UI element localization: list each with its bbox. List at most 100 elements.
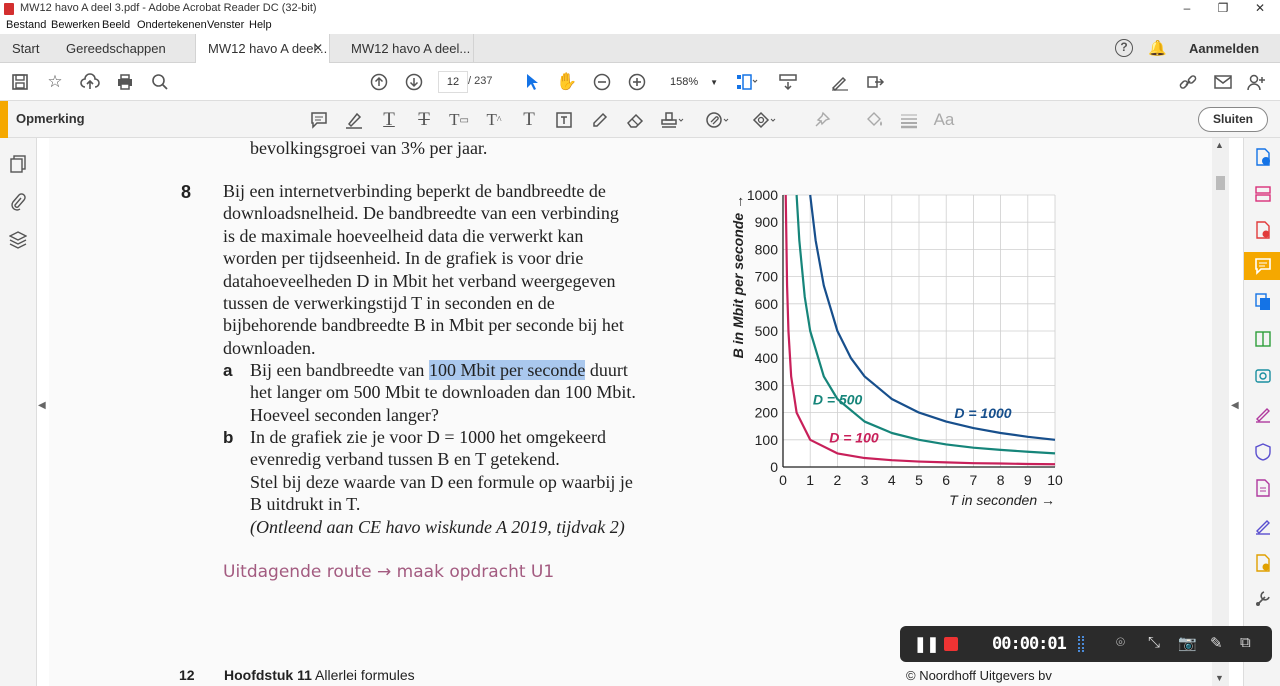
link-share-icon[interactable] <box>1176 70 1200 94</box>
search-zoom-icon[interactable] <box>148 70 172 94</box>
camera-snapshot-icon[interactable]: 📷 <box>1178 634 1197 652</box>
close-window-button[interactable]: ✕ <box>1242 0 1278 18</box>
tab-document-2[interactable]: MW12 havo A deel... <box>339 34 474 63</box>
capture-region-icon[interactable]: ⌾ <box>1116 634 1125 651</box>
maximize-button[interactable]: ❐ <box>1205 0 1241 18</box>
save-icon[interactable] <box>8 70 32 94</box>
zoom-level-select[interactable]: 158% ▼ <box>660 71 720 93</box>
add-user-icon[interactable] <box>1244 70 1268 94</box>
intro-line: is de maximale hoeveelheid data die verw… <box>223 225 584 246</box>
challenge-route-link[interactable]: Uitdagende route → maak opdracht U1 <box>223 562 554 582</box>
stamp-icon[interactable] <box>660 108 684 132</box>
close-comment-button[interactable]: Sluiten <box>1198 107 1268 132</box>
a-text-before: Bij een bandbreedte van <box>250 360 429 380</box>
tab-close-icon[interactable]: ✕ <box>313 34 323 63</box>
menu-bar: Bestand Bewerken Beeld Ondertekenen Vens… <box>0 18 1280 34</box>
menu-ondertekenen[interactable]: Ondertekenen <box>137 19 207 31</box>
fill-color-icon[interactable] <box>862 108 886 132</box>
scroll-down-icon[interactable]: ▼ <box>1215 673 1224 683</box>
line-weight-icon[interactable] <box>897 108 921 132</box>
create-pdf-icon[interactable] <box>1244 216 1280 244</box>
shapes-icon[interactable] <box>752 108 776 132</box>
scroll-up-icon[interactable]: ▲ <box>1215 140 1224 150</box>
cloud-upload-icon[interactable] <box>78 70 102 94</box>
pause-recording-icon[interactable]: ❚❚ <box>914 635 939 653</box>
edit-pdf-icon[interactable] <box>1244 325 1280 353</box>
underline-text-icon[interactable]: T <box>377 108 401 132</box>
text-box-icon[interactable] <box>552 108 576 132</box>
vertical-scrollbar[interactable]: ▲ ▼ <box>1212 138 1229 686</box>
comment-tool-icon[interactable] <box>1244 252 1280 280</box>
page-up-icon[interactable] <box>367 70 391 94</box>
minimize-button[interactable]: – <box>1169 0 1205 18</box>
request-signature-icon[interactable] <box>1244 512 1280 540</box>
tab-start[interactable]: Start <box>0 34 52 63</box>
layers-icon[interactable] <box>8 230 28 250</box>
scroll-mode-icon[interactable] <box>776 70 800 94</box>
hand-tool-icon[interactable]: ✋ <box>555 70 579 94</box>
menu-bestand[interactable]: Bestand <box>6 19 46 31</box>
comment-accent-bar <box>0 101 8 138</box>
page-down-icon[interactable] <box>402 70 426 94</box>
scrollbar-thumb[interactable] <box>1216 176 1225 190</box>
page-thumbnails-icon[interactable] <box>8 154 28 174</box>
menu-beeld[interactable]: Beeld <box>102 19 130 31</box>
y-tick-label: 500 <box>755 323 779 339</box>
sign-pen-icon[interactable] <box>828 70 852 94</box>
bookmark-star-icon[interactable]: ☆ <box>43 70 67 94</box>
export-pdf-icon[interactable] <box>1244 143 1280 171</box>
replace-text-icon[interactable]: T ▭ <box>447 108 471 132</box>
collapse-right-pane-icon[interactable]: ◀ <box>1231 400 1239 411</box>
stop-recording-icon[interactable] <box>944 637 958 651</box>
email-icon[interactable] <box>1211 70 1235 94</box>
select-cursor-icon[interactable] <box>520 70 544 94</box>
intro-line: downloaden. <box>223 337 316 358</box>
subquestion-a-line2: het langer om 500 Mbit te downloaden dan… <box>250 382 636 403</box>
zoom-out-icon[interactable] <box>590 70 614 94</box>
zoom-in-icon[interactable] <box>625 70 649 94</box>
collapse-left-pane-icon[interactable]: ◀ <box>38 400 46 411</box>
page-number-input[interactable]: 12 <box>438 71 468 93</box>
a-text-after: duurt <box>585 360 628 380</box>
eraser-icon[interactable] <box>623 108 647 132</box>
pin-icon[interactable] <box>810 108 834 132</box>
sign-in-link[interactable]: Aanmelden <box>1189 41 1259 56</box>
tab-document-active[interactable]: MW12 havo A deel... ✕ <box>195 34 330 63</box>
strikethrough-text-icon[interactable]: T <box>412 108 436 132</box>
x-tick-label: 10 <box>1047 472 1063 488</box>
menu-venster[interactable]: Venster <box>207 19 244 31</box>
organize-pages-icon[interactable] <box>1244 180 1280 208</box>
menu-help[interactable]: Help <box>249 19 272 31</box>
protect-shield-icon[interactable] <box>1244 438 1280 466</box>
share-send-icon[interactable] <box>863 70 887 94</box>
send-for-review-icon[interactable] <box>1244 549 1280 577</box>
y-tick-label: 1000 <box>747 187 778 203</box>
combine-files-icon[interactable] <box>1244 288 1280 316</box>
right-tools-pane <box>1243 138 1280 686</box>
help-icon[interactable]: ? <box>1115 39 1133 57</box>
more-tools-icon[interactable] <box>1244 584 1280 612</box>
tab-tools[interactable]: Gereedschappen <box>54 34 174 63</box>
page-fit-icon[interactable] <box>735 70 759 94</box>
sticky-note-icon[interactable] <box>307 108 331 132</box>
highlight-pen-icon[interactable] <box>342 108 366 132</box>
scan-enhance-icon[interactable] <box>1244 362 1280 390</box>
fullscreen-toggle-icon[interactable]: ⤡ <box>1148 634 1160 651</box>
print-icon[interactable] <box>113 70 137 94</box>
page-total: / 237 <box>468 75 493 87</box>
add-text-icon[interactable]: T <box>517 108 541 132</box>
annotate-pen-icon[interactable]: ✎ <box>1210 634 1223 652</box>
pencil-draw-icon[interactable] <box>588 108 612 132</box>
notification-bell-icon[interactable]: 🔔 <box>1148 39 1167 57</box>
font-style-icon[interactable]: Aa <box>932 108 956 132</box>
fill-sign-icon[interactable] <box>1244 400 1280 428</box>
insert-text-icon[interactable]: T ^ <box>482 108 506 132</box>
attach-file-icon[interactable] <box>705 108 729 132</box>
minimize-recorder-icon[interactable]: ⧉ <box>1240 634 1251 651</box>
attachments-paperclip-icon[interactable] <box>8 192 28 212</box>
selected-text-highlight[interactable]: 100 Mbit per seconde <box>428 360 586 380</box>
menu-bewerken[interactable]: Bewerken <box>51 19 100 31</box>
x-tick-label: 2 <box>834 472 842 488</box>
prepare-form-icon[interactable] <box>1244 474 1280 502</box>
comment-toolbar-title: Opmerking <box>16 111 85 126</box>
